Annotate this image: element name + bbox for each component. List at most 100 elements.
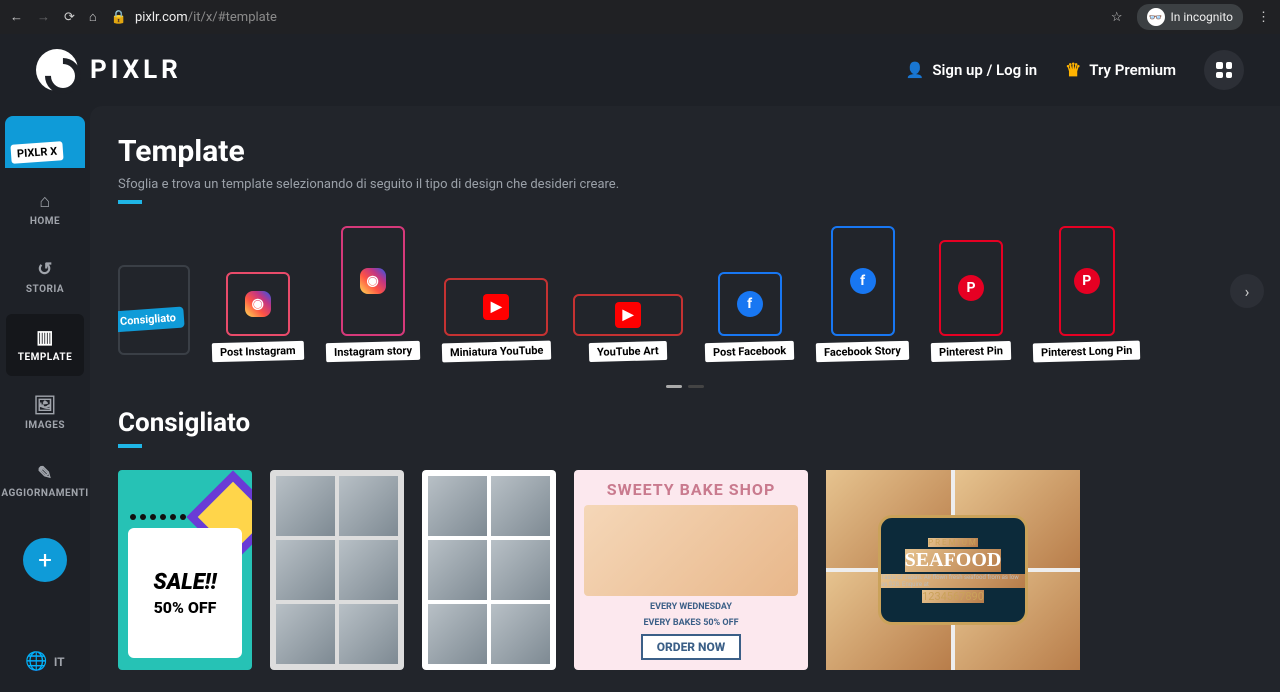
bake-order: ORDER NOW (641, 634, 742, 660)
ig-icon: ◉ (245, 291, 271, 317)
template-card-post-facebook[interactable]: f Post Facebook (705, 272, 794, 361)
reload-icon[interactable]: ⟳ (64, 10, 75, 25)
template-card-post-instagram[interactable]: ◉ Post Instagram (212, 272, 304, 361)
sidebar-item-home[interactable]: ⌂ HOME (6, 178, 84, 240)
bake-line1: EVERY WEDNESDAY (650, 602, 732, 612)
thumb-collage-2[interactable] (422, 470, 556, 670)
forward-icon[interactable]: → (37, 9, 50, 25)
pin-icon: P (958, 275, 984, 301)
apps-grid-button[interactable] (1204, 50, 1244, 90)
menu-icon[interactable]: ⋮ (1257, 10, 1270, 25)
url-path: /it/x/#template (188, 10, 277, 25)
crown-icon: ♛ (1065, 60, 1081, 81)
section-title-consigliato: Consigliato (118, 408, 1280, 438)
bake-title: SWEETY BAKE SHOP (607, 480, 776, 499)
sale-title: SALE!! (153, 570, 216, 595)
page-title: Template (118, 134, 1280, 169)
template-card-youtube-art[interactable]: ▶ YouTube Art (573, 294, 683, 361)
sidebar-item-images[interactable]: 🖼 IMAGES (6, 382, 84, 444)
carousel-next-button[interactable]: › (1230, 274, 1264, 308)
featured-tag: Consigliato (118, 307, 185, 333)
sidebar-item-storia[interactable]: ↺ STORIA (6, 246, 84, 308)
sale-off: 50% OFF (154, 598, 217, 617)
logo[interactable]: PIXLR (36, 49, 182, 91)
ig-icon: ◉ (360, 268, 386, 294)
thumb-sale[interactable]: SALE!! 50% OFF (118, 470, 252, 670)
thumb-seafood[interactable]: PREMIUM SEAFOOD Taste of Japan. Air flow… (826, 470, 1080, 670)
incognito-label: In incognito (1171, 10, 1233, 24)
try-premium-button[interactable]: ♛ Try Premium (1065, 60, 1176, 81)
url-host: pixlr.com (135, 10, 188, 25)
incognito-icon: 👓 (1147, 8, 1165, 26)
sidebar-product-badge[interactable]: PIXLR X (5, 116, 85, 168)
image-icon: 🖼 (33, 395, 56, 416)
template-icon: ▥ (36, 327, 54, 348)
globe-icon: 🌐 (25, 651, 47, 672)
sidebar-item-label: STORIA (26, 284, 64, 295)
thumb-collage-1[interactable] (270, 470, 404, 670)
logo-mark-icon (36, 49, 78, 91)
template-card-miniatura-youtube[interactable]: ▶ Miniatura YouTube (442, 278, 551, 361)
sea-title: SEAFOOD (905, 549, 1002, 572)
fb-icon: f (850, 268, 876, 294)
accent-bar (118, 200, 142, 204)
app-header: PIXLR 👤 Sign up / Log in ♛ Try Premium (0, 34, 1280, 106)
template-label: Post Instagram (212, 341, 304, 362)
fb-icon: f (737, 291, 763, 317)
language-selector[interactable]: 🌐 IT (25, 651, 64, 672)
sea-premium: PREMIUM (928, 538, 978, 547)
sidebar: PIXLR X ⌂ HOME ↺ STORIA ▥ TEMPLATE 🖼 IMA… (0, 106, 90, 692)
carousel-dots (90, 385, 1280, 388)
page-subtitle: Sfoglia e trova un template selezionando… (118, 177, 1280, 192)
dot[interactable] (688, 385, 704, 388)
incognito-badge: 👓 In incognito (1137, 4, 1243, 30)
history-icon: ↺ (37, 259, 53, 280)
template-card-pinterest-long-pin[interactable]: PPinterest Long Pin (1033, 226, 1140, 361)
template-label: Post Facebook (705, 341, 795, 362)
thumb-bake-shop[interactable]: SWEETY BAKE SHOP EVERY WEDNESDAY EVERY B… (574, 470, 808, 670)
signup-label: Sign up / Log in (932, 61, 1037, 79)
lock-icon: 🔒 (111, 10, 127, 25)
pin-icon: P (1074, 268, 1100, 294)
premium-label: Try Premium (1089, 61, 1176, 79)
main-content: Template Sfoglia e trova un template sel… (90, 106, 1280, 692)
logo-text: PIXLR (90, 55, 182, 85)
template-label: Facebook Story (816, 341, 909, 362)
browser-chrome: ← → ⟳ ⌂ 🔒 pixlr.com/it/x/#template ☆ 👓 I… (0, 0, 1280, 34)
template-label: Instagram story (325, 341, 419, 362)
grid-icon (1216, 62, 1232, 78)
sidebar-item-aggiornamenti[interactable]: ✎ AGGIORNAMENTI (6, 450, 84, 512)
sidebar-item-template[interactable]: ▥ TEMPLATE (6, 314, 84, 376)
yt-icon: ▶ (483, 294, 509, 320)
user-icon: 👤 (906, 61, 925, 79)
template-label: Pinterest Pin (931, 341, 1011, 362)
sidebar-item-label: IMAGES (25, 420, 65, 431)
add-button[interactable]: + (23, 538, 67, 582)
template-label: YouTube Art (589, 341, 667, 362)
template-card-instagram-story[interactable]: ◉ Instagram story (326, 226, 420, 361)
template-type-row: Consigliato ◉ Post Instagram ◉ Instagram st… (118, 226, 1280, 371)
sidebar-item-label: TEMPLATE (18, 352, 72, 363)
home-icon[interactable]: ⌂ (89, 9, 97, 25)
recommended-thumbs: SALE!! 50% OFF SWEETY BAKE SHOP EVERY WE… (118, 470, 1280, 670)
star-icon[interactable]: ☆ (1111, 10, 1123, 25)
sea-num: 1234567890 (922, 590, 984, 603)
sea-sub: Taste of Japan. Air flown fresh seafood … (881, 574, 1025, 588)
sidebar-item-label: AGGIORNAMENTI (1, 488, 88, 499)
sidebar-badge-label: PIXLR X (10, 141, 63, 164)
bake-line2: EVERY BAKES 50% OFF (643, 618, 738, 628)
pencil-icon: ✎ (37, 463, 53, 484)
sidebar-item-label: HOME (30, 216, 60, 227)
template-card-facebook-story[interactable]: f Facebook Story (816, 226, 909, 361)
signup-login-button[interactable]: 👤 Sign up / Log in (906, 61, 1037, 79)
house-icon: ⌂ (39, 191, 50, 212)
yt-icon: ▶ (615, 302, 641, 328)
accent-bar (118, 444, 142, 448)
language-label: IT (54, 655, 65, 669)
back-icon[interactable]: ← (10, 9, 23, 25)
template-card-consigliato[interactable]: Consigliato (118, 265, 190, 361)
dot-active[interactable] (666, 385, 682, 388)
template-label: Miniatura YouTube (441, 341, 551, 363)
address-bar[interactable]: 🔒 pixlr.com/it/x/#template (111, 6, 1097, 29)
template-card-pinterest-pin[interactable]: P Pinterest Pin (931, 240, 1011, 361)
